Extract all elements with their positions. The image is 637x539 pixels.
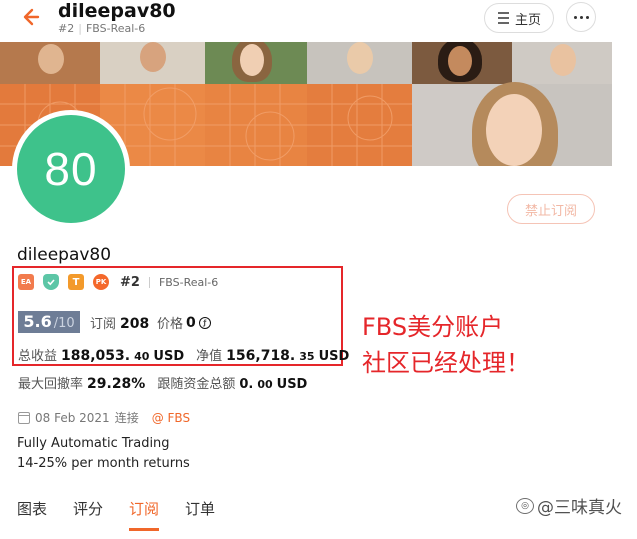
coin-icon: ƒ: [198, 316, 211, 329]
ea-badge-icon: EA: [18, 274, 34, 290]
follow-funds-dec: 00: [257, 378, 273, 391]
equity-dec: 35: [299, 350, 315, 363]
pk-flame-badge-icon: PK: [93, 274, 109, 290]
tab-orders[interactable]: 订单: [185, 498, 215, 531]
weibo-logo-icon: ◎: [516, 497, 534, 514]
subscriptions-stat: 订阅 208: [90, 313, 149, 332]
profile-description: Fully Automatic Trading 14-25% per month…: [17, 434, 190, 474]
tab-chart[interactable]: 图表: [17, 498, 47, 531]
price-label: 价格: [157, 317, 184, 332]
connection-date: 08 Feb 2021: [35, 410, 110, 425]
equity-int: 156,718.: [226, 348, 296, 364]
tab-subscribe[interactable]: 订阅: [129, 498, 160, 531]
equity-unit: USD: [318, 349, 350, 364]
annotation-line-1: FBS美分账户: [362, 313, 504, 341]
watermark: ◎ @三味真火: [516, 493, 622, 518]
description-line-2: 14-25% per month returns: [17, 456, 190, 471]
drawdown-row: 最大回撤率 29.28% 跟随资金总额 0. 00 USD: [18, 373, 307, 392]
drawdown-value: 29.28%: [87, 376, 146, 392]
total-profit-unit: USD: [153, 349, 185, 364]
price-stat: 价格 0 ƒ: [157, 313, 211, 332]
follow-funds-unit: USD: [276, 377, 308, 392]
home-button[interactable]: 主页: [484, 3, 554, 33]
tab-bar: 图表 评分 订阅 订单: [17, 498, 215, 531]
header-account: FBS-Real-6: [85, 22, 146, 35]
header-rank: #2: [58, 22, 75, 35]
home-icon: [497, 12, 509, 24]
score-badge: 5.6/10: [18, 311, 80, 333]
home-button-label: 主页: [514, 12, 541, 28]
subscriptions-value: 208: [120, 316, 150, 332]
connection-info: 08 Feb 2021 连接 @ FBS: [18, 409, 190, 426]
calendar-icon: [18, 411, 30, 424]
account-label: FBS-Real-6: [158, 275, 219, 289]
profile-name: dileepav80: [17, 245, 112, 265]
price-value: 0: [186, 314, 196, 331]
drawdown-label: 最大回撤率: [18, 377, 84, 392]
watermark-text: @三味真火: [537, 498, 622, 518]
description-line-1: Fully Automatic Trading: [17, 436, 170, 451]
tab-rating[interactable]: 评分: [73, 498, 103, 531]
subscriptions-label: 订阅: [90, 317, 117, 332]
more-options-button[interactable]: [566, 2, 596, 32]
score-denominator: /10: [53, 316, 75, 331]
broker-link[interactable]: @ FBS: [152, 411, 190, 425]
equity-label: 净值: [196, 349, 223, 364]
totals-row: 总收益 188,053. 40 USD 净值 156,718. 35 USD: [18, 345, 357, 364]
total-profit-dec: 40: [134, 350, 150, 363]
follow-funds-label: 跟随资金总额: [157, 377, 236, 392]
avatar: 80: [12, 110, 130, 228]
red-annotation: FBS美分账户 社区已经处理！: [362, 309, 530, 381]
forbid-subscribe-button[interactable]: 禁止订阅: [507, 194, 595, 224]
shield-check-icon: [43, 274, 59, 290]
badge-row: EA T PK #2 FBS-Real-6: [18, 274, 218, 290]
score-value: 5.6: [23, 312, 52, 331]
top-header: dileepav80 #2 | FBS-Real-6 主页: [0, 0, 637, 42]
follow-funds-int: 0.: [239, 377, 254, 392]
total-profit-label: 总收益: [18, 349, 58, 364]
header-subtitle: #2 | FBS-Real-6: [58, 22, 146, 35]
total-profit-int: 188,053.: [61, 348, 131, 364]
annotation-line-2: 社区已经处理！: [362, 349, 530, 377]
rank-label: #2: [120, 274, 140, 290]
connected-label: 连接: [114, 411, 139, 425]
t-badge-icon: T: [68, 274, 84, 290]
back-arrow-icon[interactable]: [20, 4, 46, 30]
header-title: dileepav80: [58, 0, 176, 22]
